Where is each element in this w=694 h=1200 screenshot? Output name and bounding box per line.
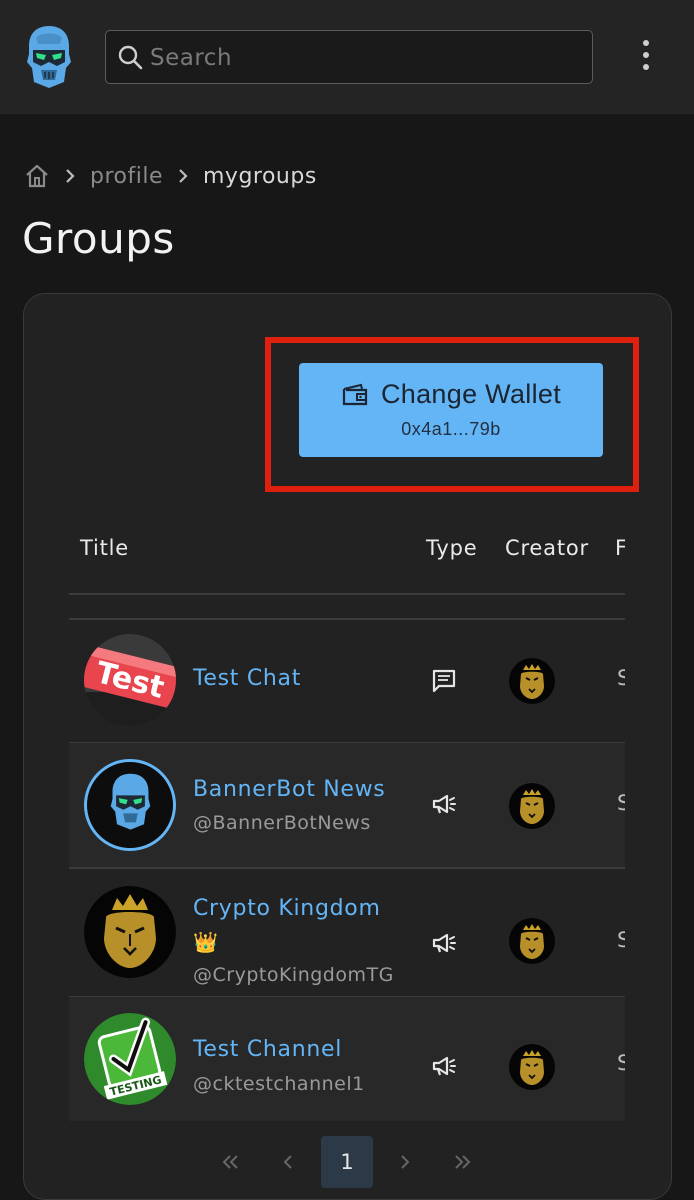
more-menu-icon[interactable]: [636, 40, 656, 76]
bannerbot-news-avatar: [84, 759, 176, 851]
creator-avatar[interactable]: [509, 918, 555, 964]
wallet-address: 0x4a1...79b: [401, 419, 501, 439]
page-number-current[interactable]: 1: [321, 1136, 373, 1188]
cut-cell: S: [617, 791, 625, 815]
chat-icon: [432, 669, 456, 693]
column-header-title[interactable]: Title: [80, 536, 129, 560]
chevron-right-icon: [179, 169, 188, 183]
cut-cell: S: [617, 666, 625, 690]
group-name[interactable]: Test Channel: [193, 1037, 342, 1062]
next-page-icon[interactable]: [385, 1136, 425, 1188]
group-handle: @BannerBotNews: [193, 812, 371, 834]
search-input[interactable]: [150, 41, 570, 75]
creator-avatar[interactable]: [509, 1044, 555, 1090]
group-handle: @CryptoKingdomTG: [193, 964, 394, 986]
cut-cell: S: [617, 1051, 625, 1075]
group-name[interactable]: Test Chat: [193, 666, 301, 691]
megaphone-icon: [432, 933, 456, 953]
breadcrumb: profile mygroups: [24, 160, 317, 192]
page-title: Groups: [22, 214, 175, 263]
divider: [69, 593, 625, 595]
bannerbot-logo-icon[interactable]: [24, 24, 74, 90]
top-bar: [0, 0, 694, 114]
test-channel-avatar: TESTING: [84, 1013, 176, 1105]
last-page-icon[interactable]: [443, 1136, 483, 1188]
search-bar[interactable]: [105, 30, 593, 84]
breadcrumb-item-mygroups: mygroups: [203, 163, 317, 189]
prev-page-icon[interactable]: [268, 1136, 308, 1188]
column-header-type[interactable]: Type: [426, 536, 477, 560]
cut-cell: S: [617, 928, 625, 952]
crypto-kingdom-avatar: [84, 886, 176, 978]
table-row[interactable]: Test Test Chat S: [69, 620, 625, 742]
megaphone-icon: [432, 794, 456, 814]
creator-avatar[interactable]: [509, 658, 555, 704]
wallet-icon: [342, 383, 368, 405]
groups-table: Title Type Creator F Test Test Chat S Ba…: [69, 510, 625, 1122]
group-name[interactable]: Crypto Kingdom: [193, 896, 381, 921]
test-chat-avatar: Test: [84, 634, 176, 726]
crown-emoji: 👑: [193, 930, 218, 954]
table-row[interactable]: TESTING Test Channel @cktestchannel1 S: [69, 997, 625, 1121]
search-icon: [118, 45, 143, 70]
first-page-icon[interactable]: [210, 1136, 250, 1188]
home-icon[interactable]: [24, 163, 50, 189]
column-header-cut[interactable]: F: [615, 536, 625, 560]
group-handle: @cktestchannel1: [193, 1073, 365, 1095]
change-wallet-label: Change Wallet: [381, 379, 561, 409]
breadcrumb-item-profile[interactable]: profile: [90, 164, 163, 189]
chevron-right-icon: [66, 169, 75, 183]
group-name[interactable]: BannerBot News: [193, 777, 385, 802]
table-row[interactable]: Crypto Kingdom 👑 @CryptoKingdomTG S: [69, 868, 625, 996]
creator-avatar[interactable]: [509, 783, 555, 829]
table-row[interactable]: BannerBot News @BannerBotNews S: [69, 743, 625, 867]
change-wallet-button[interactable]: Change Wallet 0x4a1...79b: [299, 363, 603, 457]
column-header-creator[interactable]: Creator: [505, 536, 589, 560]
megaphone-icon: [432, 1056, 456, 1076]
